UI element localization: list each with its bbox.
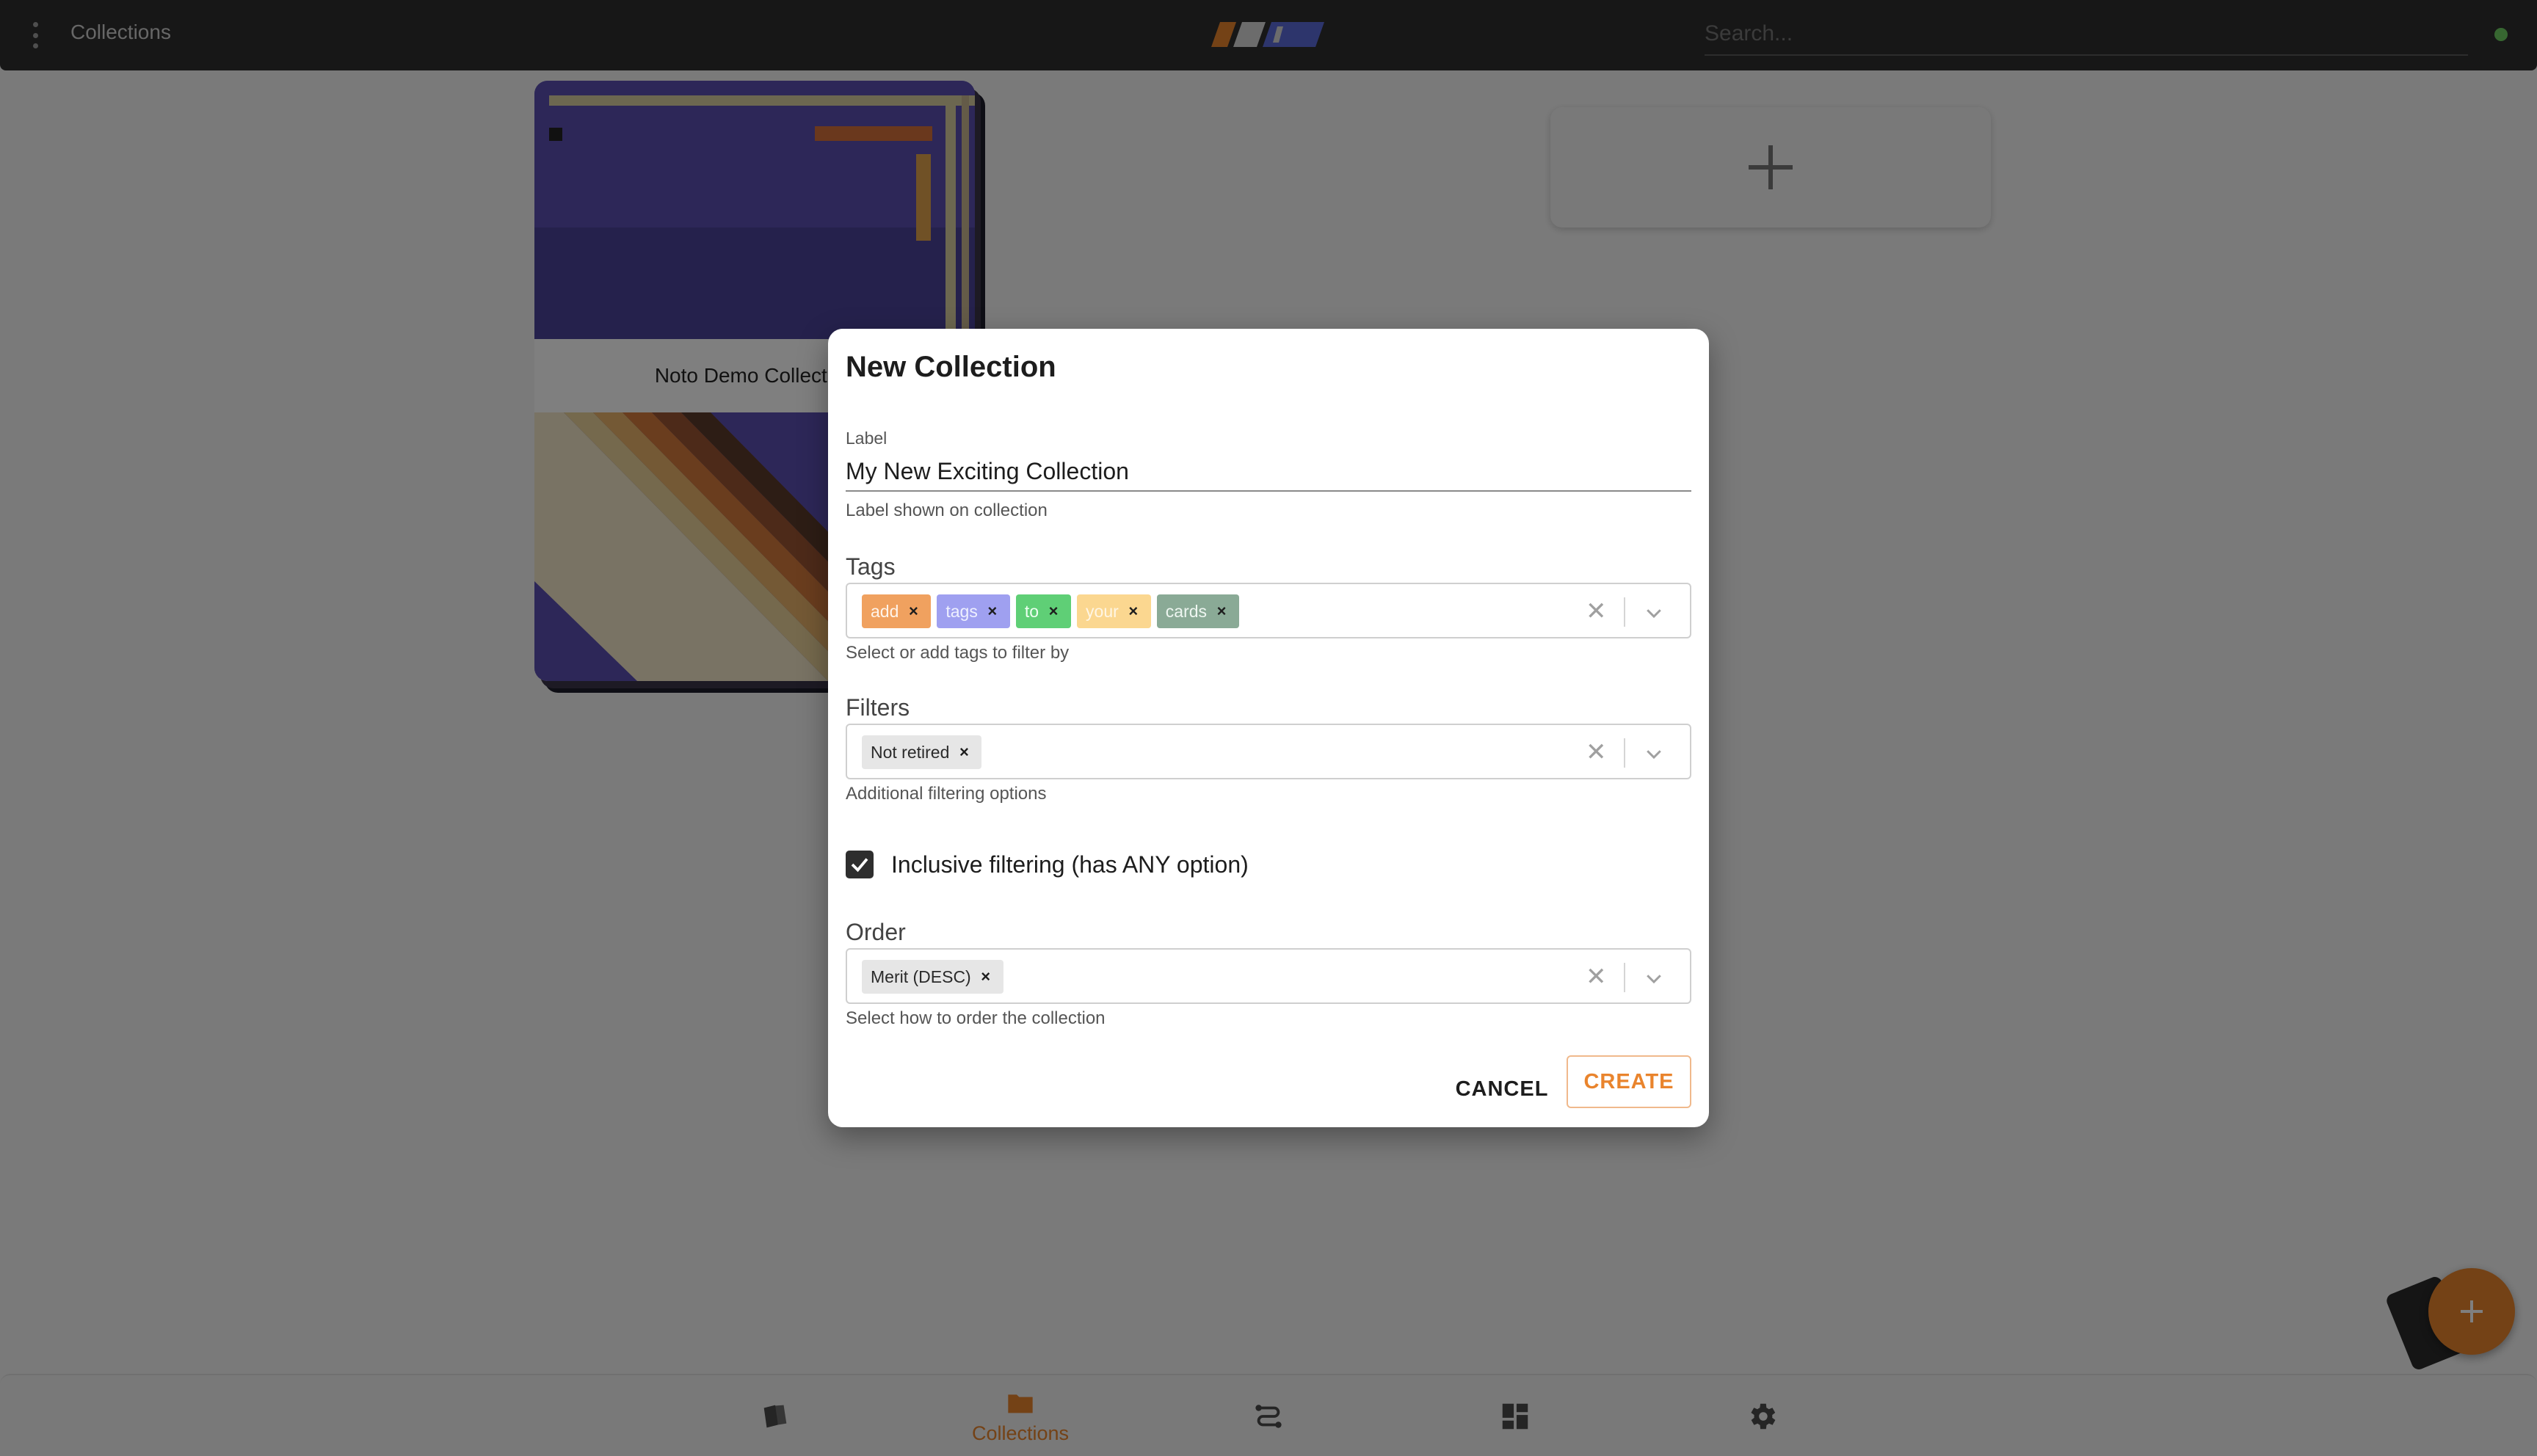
label-field-label: Label bbox=[846, 429, 888, 448]
order-field-label: Order bbox=[846, 919, 906, 945]
chip: Not retired × bbox=[862, 735, 982, 769]
label-input[interactable]: My New Exciting Collection bbox=[846, 458, 1691, 492]
tags-chip-list: add × tags × to × your × cards × bbox=[862, 594, 1240, 628]
order-select[interactable]: Merit (DESC) × ✕ bbox=[846, 948, 1691, 1004]
filters-select[interactable]: Not retired × ✕ bbox=[846, 724, 1691, 779]
filters-field-label: Filters bbox=[846, 694, 910, 721]
chip-label: add bbox=[871, 601, 899, 621]
chip-label: tags bbox=[946, 601, 978, 621]
chip-label: to bbox=[1024, 601, 1039, 621]
remove-chip-icon[interactable]: × bbox=[971, 967, 1001, 986]
chevron-down-icon[interactable] bbox=[1643, 967, 1665, 989]
clear-filters-icon[interactable]: ✕ bbox=[1586, 738, 1607, 766]
chip: tags × bbox=[937, 594, 1010, 628]
chip-label: your bbox=[1086, 601, 1119, 621]
remove-chip-icon[interactable]: × bbox=[1039, 602, 1068, 621]
remove-chip-icon[interactable]: × bbox=[899, 602, 928, 621]
inclusive-filtering-label: Inclusive filtering (has ANY option) bbox=[891, 851, 1249, 878]
clear-tags-icon[interactable]: ✕ bbox=[1586, 597, 1607, 625]
remove-chip-icon[interactable]: × bbox=[978, 602, 1007, 621]
chip: add × bbox=[862, 594, 932, 628]
remove-chip-icon[interactable]: × bbox=[1207, 602, 1236, 621]
chevron-down-icon[interactable] bbox=[1643, 602, 1665, 624]
create-button[interactable]: CREATE bbox=[1567, 1055, 1691, 1108]
remove-chip-icon[interactable]: × bbox=[1119, 602, 1148, 621]
chip: to × bbox=[1015, 594, 1072, 628]
clear-order-icon[interactable]: ✕ bbox=[1586, 963, 1607, 991]
inclusive-filtering-checkbox[interactable] bbox=[846, 851, 874, 878]
chip: cards × bbox=[1156, 594, 1240, 628]
filters-chip-list: Not retired × bbox=[862, 735, 982, 769]
checkmark-icon bbox=[851, 858, 868, 873]
order-helper-text: Select how to order the collection bbox=[846, 1008, 1106, 1028]
tags-select[interactable]: add × tags × to × your × cards × ✕ bbox=[846, 583, 1691, 638]
label-helper-text: Label shown on collection bbox=[846, 500, 1048, 520]
dialog-title: New Collection bbox=[846, 351, 1056, 383]
filters-helper-text: Additional filtering options bbox=[846, 784, 1047, 804]
remove-chip-icon[interactable]: × bbox=[949, 743, 979, 762]
select-divider bbox=[1624, 597, 1625, 627]
chip: your × bbox=[1077, 594, 1151, 628]
inclusive-filtering-checkbox-row[interactable]: Inclusive filtering (has ANY option) bbox=[846, 848, 1249, 881]
order-chip-list: Merit (DESC) × bbox=[862, 960, 1003, 994]
select-divider bbox=[1624, 963, 1625, 992]
new-collection-dialog: New Collection Label My New Exciting Col… bbox=[828, 329, 1709, 1127]
tags-field-label: Tags bbox=[846, 553, 896, 580]
chip: Merit (DESC) × bbox=[862, 960, 1003, 994]
chip-label: Merit (DESC) bbox=[871, 967, 971, 986]
chip-label: cards bbox=[1165, 601, 1208, 621]
chip-label: Not retired bbox=[871, 742, 950, 762]
cancel-button[interactable]: CANCEL bbox=[1451, 1070, 1553, 1108]
tags-helper-text: Select or add tags to filter by bbox=[846, 643, 1070, 663]
chevron-down-icon[interactable] bbox=[1643, 743, 1665, 765]
select-divider bbox=[1624, 738, 1625, 768]
